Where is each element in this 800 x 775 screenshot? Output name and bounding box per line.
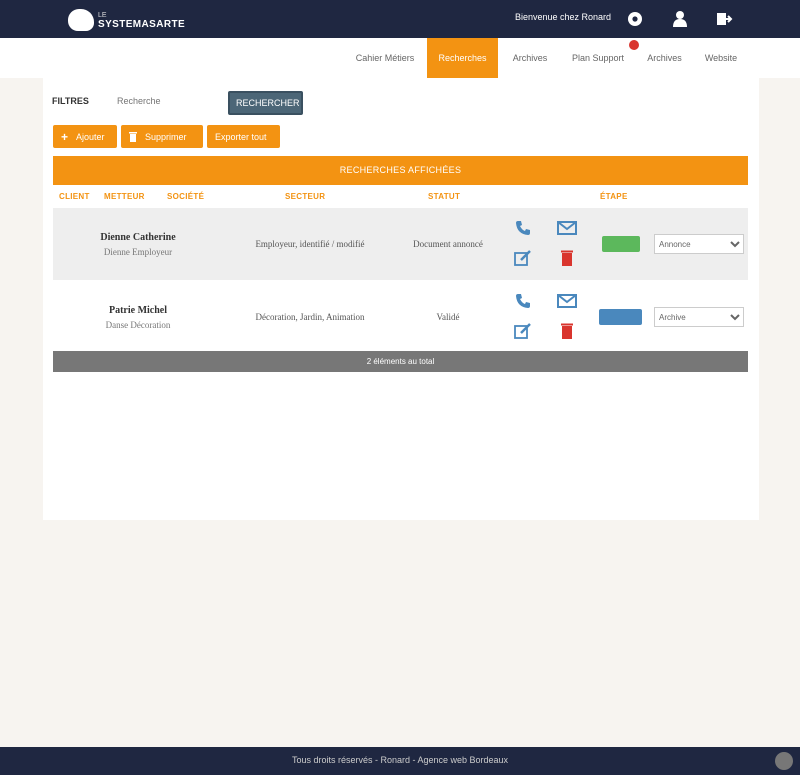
nav-item-website[interactable]: Website — [697, 38, 745, 78]
edit-icon[interactable] — [513, 321, 533, 341]
nav-item-archives-2[interactable]: Archives — [637, 38, 692, 78]
logo-cloud-icon — [68, 9, 94, 31]
phone-icon[interactable] — [513, 291, 533, 311]
edit-icon[interactable] — [513, 248, 533, 268]
export-button-label: Exporter tout — [215, 131, 267, 142]
delete-button[interactable]: Supprimer — [121, 125, 203, 148]
row-name: Patrie Michel — [108, 304, 168, 316]
row-sector: Décoration, Jardin, Animation — [255, 312, 365, 322]
nav-item-cahier-metiers[interactable]: Cahier Métiers — [345, 38, 425, 78]
nav-item-plan-support[interactable]: Plan Support — [563, 38, 639, 78]
footer-text: Tous droits réservés - Ronard - Agence w… — [291, 755, 509, 765]
add-button-label: Ajouter — [76, 131, 105, 142]
column-header-metteur[interactable]: METTEUR — [104, 192, 145, 201]
footer-settings-icon[interactable] — [775, 752, 793, 770]
row-name: Dienne Catherine — [100, 231, 176, 243]
email-icon[interactable] — [557, 291, 577, 311]
status-indicator — [602, 236, 640, 252]
phone-icon[interactable] — [513, 218, 533, 238]
row-stage-select[interactable]: Annonce — [654, 234, 744, 254]
add-button[interactable]: + Ajouter — [53, 125, 117, 148]
column-header-societe[interactable]: SOCIÉTÉ — [167, 192, 204, 201]
column-header-etape[interactable]: ÉTAPE — [600, 192, 628, 201]
settings-gear-icon[interactable] — [626, 10, 644, 28]
row-status: Document annoncé — [413, 239, 483, 249]
row-subtitle: Dienne Employeur — [103, 246, 173, 257]
delete-button-label: Supprimer — [145, 131, 187, 142]
export-button[interactable]: Exporter tout — [207, 125, 280, 148]
row-subtitle: Danse Décoration — [105, 319, 171, 330]
footer: Tous droits réservés - Ronard - Agence w… — [0, 747, 800, 775]
delete-row-icon[interactable] — [557, 248, 577, 268]
column-header-statut[interactable]: STATUT — [428, 192, 460, 201]
status-indicator — [599, 309, 642, 325]
column-header-client[interactable]: CLIENT — [59, 192, 90, 201]
search-input[interactable] — [113, 92, 223, 110]
nav-item-archives[interactable]: Archives — [500, 38, 560, 78]
filters-label: FILTRES — [52, 96, 89, 106]
row-sector: Employeur, identifié / modifié — [255, 239, 365, 249]
trash-icon — [129, 131, 137, 142]
search-button-label: RECHERCHER — [236, 98, 300, 108]
total-count-bar: 2 éléments au total — [53, 351, 748, 372]
nav-item-plan-support-label: Plan Support — [571, 53, 625, 63]
app-logo[interactable]: LE SYSTEMASARTE — [68, 7, 185, 33]
logo-title: SYSTEMASARTE — [98, 19, 186, 30]
email-icon[interactable] — [557, 218, 577, 238]
row-status: Validé — [436, 312, 460, 322]
content-panel: FILTRES RECHERCHER + Ajouter Supprimer E… — [43, 78, 759, 520]
logout-icon[interactable] — [715, 10, 733, 28]
plus-icon: + — [61, 129, 69, 144]
table-row[interactable]: Patrie Michel Danse Décoration Décoratio… — [53, 281, 748, 353]
main-nav: Cahier Métiers Recherches Archives Plan … — [0, 38, 800, 78]
user-welcome-text: Bienvenue chez Ronard — [515, 12, 612, 22]
section-title-bar: RECHERCHES AFFICHÉES — [53, 156, 748, 185]
nav-item-recherches[interactable]: Recherches — [427, 38, 498, 78]
row-stage-select[interactable]: Archive — [654, 307, 744, 327]
search-button[interactable]: RECHERCHER — [228, 91, 303, 115]
top-bar: LE SYSTEMASARTE Bienvenue chez Ronard — [0, 0, 800, 38]
column-header-secteur[interactable]: SECTEUR — [285, 192, 325, 201]
table-row[interactable]: Dienne Catherine Dienne Employeur Employ… — [53, 208, 748, 280]
user-profile-icon[interactable] — [671, 10, 689, 28]
delete-row-icon[interactable] — [557, 321, 577, 341]
